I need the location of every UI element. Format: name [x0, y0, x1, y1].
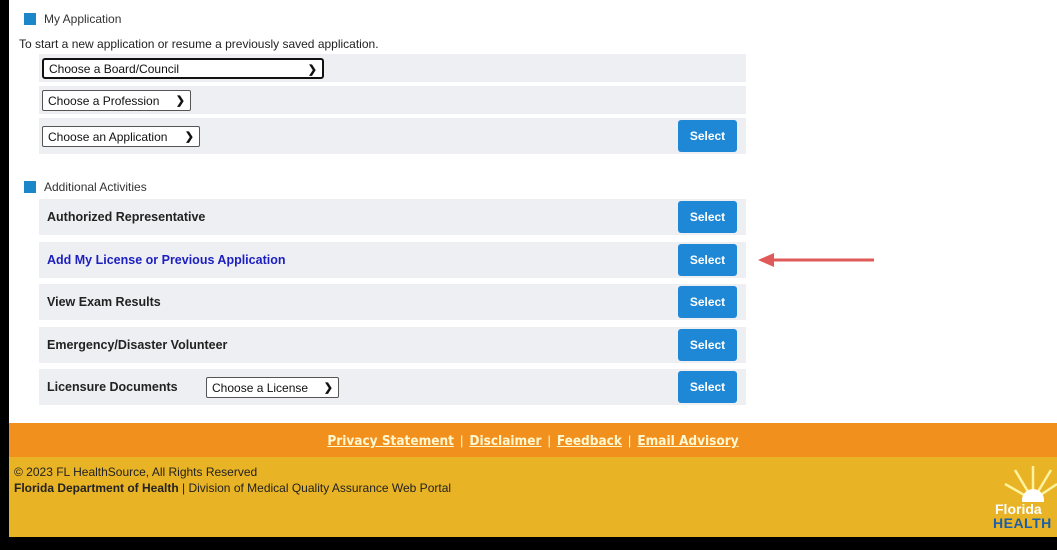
additional-activities-header: Additional Activities: [24, 180, 147, 194]
application-select-value: Choose an Application: [48, 129, 168, 144]
application-select[interactable]: Choose an Application ❯: [42, 126, 200, 147]
activity-label: Authorized Representative: [47, 210, 206, 224]
additional-activities-title: Additional Activities: [44, 180, 147, 194]
intro-text: To start a new application or resume a p…: [19, 37, 379, 51]
privacy-statement-link[interactable]: Privacy Statement: [327, 433, 454, 449]
page-frame: My Application To start a new applicatio…: [9, 0, 1057, 545]
my-application-title: My Application: [44, 12, 122, 26]
logo-health-text: HEALTH: [993, 515, 1052, 531]
chevron-down-icon: ❯: [184, 131, 194, 143]
board-council-select-value: Choose a Board/Council: [49, 61, 180, 76]
copyright-text: © 2023 FL HealthSource, All Rights Reser…: [14, 465, 258, 479]
activity-row-add-license: Add My License or Previous Application S…: [39, 242, 746, 278]
bottom-border: [9, 537, 1057, 545]
chevron-down-icon: ❯: [175, 95, 185, 107]
chevron-down-icon: ❯: [307, 64, 317, 76]
disclaimer-link[interactable]: Disclaimer: [469, 433, 541, 449]
email-advisory-link[interactable]: Email Advisory: [637, 433, 738, 449]
board-row: Choose a Board/Council ❯: [39, 54, 746, 82]
annotation-arrow-icon: [758, 253, 874, 267]
licensure-documents-select-button[interactable]: Select: [678, 371, 737, 403]
sun-logo-icon: [1004, 466, 1057, 502]
activity-row-licensure-documents: Licensure Documents Choose a License ❯ S…: [39, 369, 746, 405]
activity-row-authorized-representative: Authorized Representative Select: [39, 199, 746, 235]
application-select-button[interactable]: Select: [678, 120, 737, 152]
division-name: | Division of Medical Quality Assurance …: [178, 481, 452, 495]
activity-label: Emergency/Disaster Volunteer: [47, 338, 228, 352]
authorized-representative-select-button[interactable]: Select: [678, 201, 737, 233]
add-license-select-button[interactable]: Select: [678, 244, 737, 276]
board-council-select[interactable]: Choose a Board/Council ❯: [42, 58, 324, 79]
footer-link-bar: Privacy Statement | Disclaimer | Feedback | Em…: [9, 423, 1057, 457]
application-row: Choose an Application ❯ Select: [39, 118, 746, 154]
section-square-icon: [24, 181, 36, 193]
license-select[interactable]: Choose a License ❯: [206, 377, 339, 398]
footer-separator: |: [459, 433, 464, 448]
activity-label: View Exam Results: [47, 295, 161, 309]
my-application-header: My Application: [24, 12, 121, 26]
profession-row: Choose a Profession ❯: [39, 86, 746, 114]
footer-main: © 2023 FL HealthSource, All Rights Reser…: [9, 457, 1057, 537]
emergency-volunteer-select-button[interactable]: Select: [678, 329, 737, 361]
license-select-value: Choose a License: [212, 380, 309, 395]
footer-separator: |: [547, 433, 551, 448]
feedback-link[interactable]: Feedback: [557, 433, 622, 449]
add-license-link[interactable]: Add My License or Previous Application: [47, 253, 285, 267]
department-text: Florida Department of Health | Division …: [14, 481, 451, 495]
section-square-icon: [24, 13, 36, 25]
chevron-down-icon: ❯: [323, 382, 333, 394]
footer-separator: |: [627, 433, 632, 448]
profession-select-value: Choose a Profession: [48, 93, 160, 108]
department-name: Florida Department of Health: [14, 481, 179, 495]
florida-health-logo[interactable]: Florida HEALTH: [991, 462, 1057, 531]
activity-row-emergency-volunteer: Emergency/Disaster Volunteer Select: [39, 327, 746, 363]
profession-select[interactable]: Choose a Profession ❯: [42, 90, 191, 111]
view-exam-results-select-button[interactable]: Select: [678, 286, 737, 318]
activity-label: Licensure Documents: [47, 380, 178, 394]
activity-row-view-exam-results: View Exam Results Select: [39, 284, 746, 320]
